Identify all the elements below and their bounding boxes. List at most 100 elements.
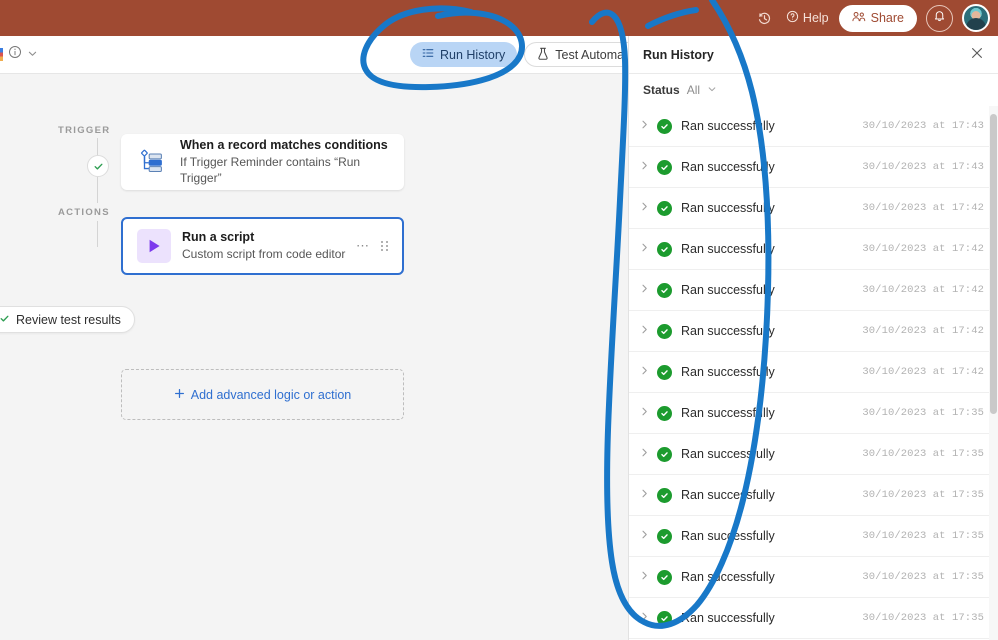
run-status-label: Ran successfully [681,406,775,420]
trigger-section-label: TRIGGER [58,125,111,136]
run-timestamp: 30/10/2023 at 17:35 [862,571,984,583]
chevron-right-icon[interactable] [639,201,657,215]
top-brand-bar: Help Share [0,0,998,36]
automation-canvas: TRIGGER ACTIONS Review test results When… [0,74,628,640]
success-check-icon [657,118,672,134]
run-history-row[interactable]: Ran successfully 30/10/2023 at 17:42 [629,270,998,311]
run-status-label: Ran successfully [681,488,775,502]
run-history-row[interactable]: Ran successfully 30/10/2023 at 17:42 [629,311,998,352]
run-timestamp: 30/10/2023 at 17:42 [862,325,984,337]
run-history-list: Ran successfully 30/10/2023 at 17:43 Ran s… [629,106,998,639]
run-history-row[interactable]: Ran successfully 30/10/2023 at 17:43 [629,106,998,147]
run-history-row[interactable]: Ran successfully 30/10/2023 at 17:35 [629,516,998,557]
chevron-down-icon[interactable] [707,84,717,97]
share-button[interactable]: Share [838,4,917,32]
trigger-status-dot[interactable] [87,155,109,177]
toolbar-mode-switcher: Run History Test Automation [410,42,658,67]
record-conditions-icon [135,145,169,179]
run-status-label: Ran successfully [681,283,775,297]
run-timestamp: 30/10/2023 at 17:43 [862,161,984,173]
review-test-results-button[interactable]: Review test results [0,306,135,333]
chevron-right-icon[interactable] [639,570,657,584]
review-test-results-label: Review test results [16,312,121,327]
run-status-label: Ran successfully [681,529,775,543]
success-check-icon [657,446,672,462]
add-advanced-logic-or-action-button[interactable]: Add advanced logic or action [121,369,404,420]
success-check-icon [657,200,672,216]
run-history-row[interactable]: Ran successfully 30/10/2023 at 17:42 [629,229,998,270]
run-status-label: Ran successfully [681,160,775,174]
run-status-label: Ran successfully [681,611,775,625]
run-history-row[interactable]: Ran successfully 30/10/2023 at 17:42 [629,188,998,229]
chevron-right-icon[interactable] [639,119,657,133]
action-card-text: Run a script Custom script from code edi… [182,229,345,263]
success-check-icon [657,569,672,585]
run-status-label: Ran successfully [681,447,775,461]
bell-icon [933,9,946,27]
action-card-subtitle: Custom script from code editor [182,247,346,262]
run-timestamp: 30/10/2023 at 17:42 [862,366,984,378]
actions-section-label: ACTIONS [58,207,110,218]
chevron-right-icon[interactable] [639,160,657,174]
ellipsis-icon[interactable]: ⋯ [356,238,369,254]
run-status-label: Ran successfully [681,324,775,338]
plus-icon [174,388,185,402]
success-check-icon [657,405,672,421]
info-circle-icon[interactable] [8,45,22,64]
chevron-right-icon[interactable] [639,611,657,625]
share-label: Share [870,11,904,25]
run-timestamp: 30/10/2023 at 17:42 [862,243,984,255]
run-status-label: Ran successfully [681,119,775,133]
chevron-right-icon[interactable] [639,488,657,502]
action-card-tools: ⋯ [356,238,388,254]
people-icon [852,10,866,26]
action-card-run-a-script[interactable]: Run a script Custom script from code edi… [121,217,404,275]
action-card-title: Run a script [182,230,255,245]
run-history-row[interactable]: Ran successfully 30/10/2023 at 17:35 [629,393,998,434]
success-check-icon [657,487,672,503]
success-check-icon [657,610,672,626]
check-icon [0,313,10,327]
chevron-right-icon[interactable] [639,406,657,420]
success-check-icon [657,282,672,298]
run-history-tab[interactable]: Run History [410,42,518,67]
chevron-right-icon[interactable] [639,365,657,379]
chevron-right-icon[interactable] [639,324,657,338]
chevron-right-icon[interactable] [639,447,657,461]
help-label: Help [802,11,829,25]
help-button[interactable]: Help [786,10,829,26]
run-history-row[interactable]: Ran successfully 30/10/2023 at 17:42 [629,352,998,393]
trigger-card[interactable]: When a record matches conditions If Trig… [121,134,404,190]
run-history-header: Run History [629,36,998,74]
notifications-button[interactable] [926,4,953,32]
chevron-down-icon[interactable] [27,46,38,64]
run-status-label: Ran successfully [681,201,775,215]
run-history-row[interactable]: Ran successfully 30/10/2023 at 17:43 [629,147,998,188]
undo-history-icon[interactable] [752,5,778,31]
flask-icon [537,47,549,63]
success-check-icon [657,159,672,175]
run-timestamp: 30/10/2023 at 17:42 [862,202,984,214]
chevron-right-icon[interactable] [639,529,657,543]
status-filter-label: Status [643,83,680,97]
status-filter[interactable]: Status All [629,74,998,106]
run-timestamp: 30/10/2023 at 17:35 [862,489,984,501]
drag-handle-icon[interactable] [381,241,388,251]
run-history-row[interactable]: Ran successfully 30/10/2023 at 17:35 [629,598,998,639]
run-history-row[interactable]: Ran successfully 30/10/2023 at 17:35 [629,557,998,598]
scrollbar-thumb[interactable] [990,114,997,414]
avatar[interactable] [962,4,990,32]
success-check-icon [657,323,672,339]
app-window: Help Share Run History Test Automation T… [0,0,998,640]
status-filter-value: All [686,83,701,97]
app-color-bar-icon [0,48,3,61]
trigger-card-text: When a record matches conditions If Trig… [180,137,390,187]
run-timestamp: 30/10/2023 at 17:35 [862,448,984,460]
run-history-row[interactable]: Ran successfully 30/10/2023 at 17:35 [629,434,998,475]
run-timestamp: 30/10/2023 at 17:43 [862,120,984,132]
close-icon[interactable] [970,46,984,63]
toolbar-left-group [0,45,38,64]
run-history-row[interactable]: Ran successfully 30/10/2023 at 17:35 [629,475,998,516]
chevron-right-icon[interactable] [639,242,657,256]
chevron-right-icon[interactable] [639,283,657,297]
